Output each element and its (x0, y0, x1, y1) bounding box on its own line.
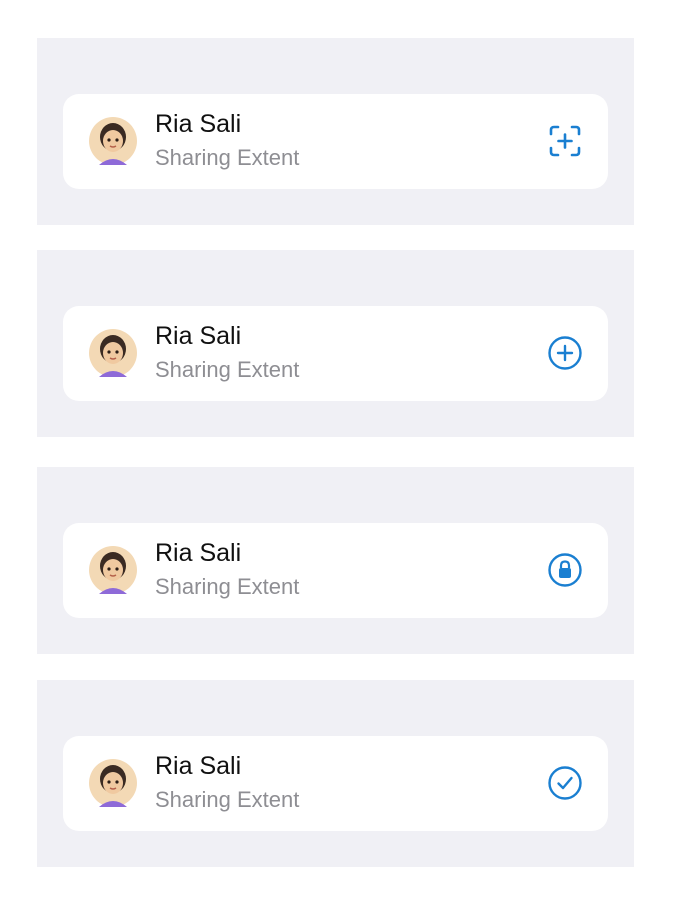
contact-subtitle: Sharing Extent (155, 574, 300, 599)
contact-name: Ria Sali (155, 539, 242, 567)
contact-panel: Ria Sali Sharing Extent (37, 467, 634, 654)
contact-card[interactable]: Ria Sali Sharing Extent (63, 736, 608, 831)
contact-card[interactable]: Ria Sali Sharing Extent (63, 306, 608, 401)
lock-circle-icon[interactable] (545, 550, 585, 590)
contact-card[interactable]: Ria Sali Sharing Extent (63, 94, 608, 189)
contact-name: Ria Sali (155, 752, 242, 780)
contact-card[interactable]: Ria Sali Sharing Extent (63, 523, 608, 618)
contact-panel: Ria Sali Sharing Extent (37, 250, 634, 437)
scan-add-icon[interactable] (545, 121, 585, 161)
plus-circle-icon[interactable] (545, 333, 585, 373)
contact-subtitle: Sharing Extent (155, 787, 300, 812)
contact-subtitle: Sharing Extent (155, 357, 300, 382)
contact-panel: Ria Sali Sharing Extent (37, 680, 634, 867)
memoji-avatar-icon (89, 329, 137, 377)
memoji-avatar-icon (89, 546, 137, 594)
memoji-avatar-icon (89, 117, 137, 165)
contact-subtitle: Sharing Extent (155, 145, 300, 170)
contact-name: Ria Sali (155, 322, 242, 350)
contact-panel: Ria Sali Sharing Extent (37, 38, 634, 225)
checkmark-circle-icon[interactable] (545, 763, 585, 803)
memoji-avatar-icon (89, 759, 137, 807)
contact-name: Ria Sali (155, 110, 242, 138)
